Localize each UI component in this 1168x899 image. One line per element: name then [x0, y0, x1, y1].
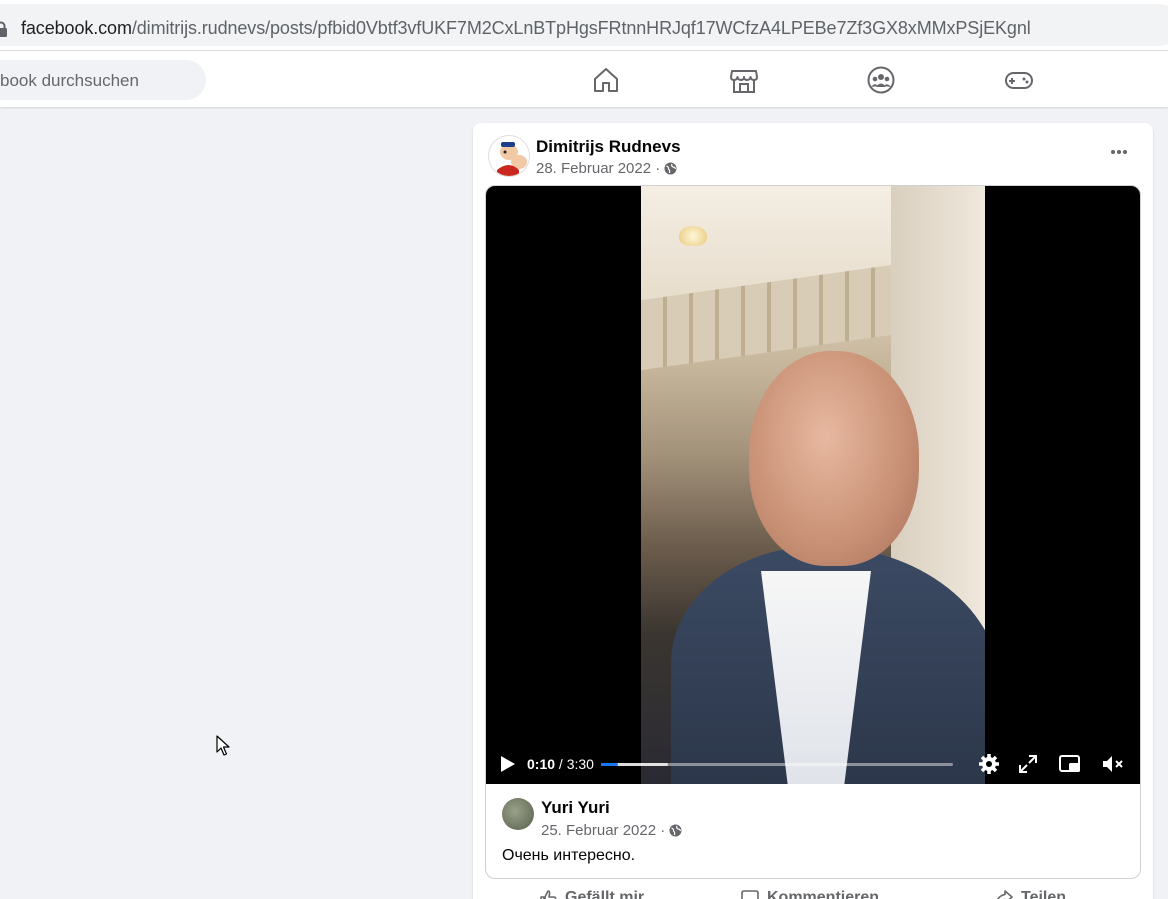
post-author[interactable]: Dimitrijs Rudnevs: [536, 137, 681, 157]
more-icon: [1111, 150, 1127, 154]
video-player[interactable]: 0:10 / 3:30: [486, 186, 1140, 784]
url-path: /dimitrijs.rudnevs/posts/pfbid0Vbtf3vfUK…: [131, 18, 1031, 38]
comment-icon: [741, 890, 759, 899]
comment-button[interactable]: Kommentieren: [741, 889, 879, 899]
total-time: / 3:30: [558, 756, 594, 772]
home-icon[interactable]: [591, 65, 621, 95]
share-label: Teilen: [1021, 889, 1067, 899]
post-actions: Gefällt mir Kommentieren Teilen: [473, 883, 1153, 899]
post-date[interactable]: 28. Februar 2022 ·: [536, 160, 660, 177]
mouse-cursor-icon: [216, 735, 230, 756]
video-progress-bar[interactable]: [601, 763, 953, 766]
frame-person-head: [749, 351, 919, 566]
mute-icon[interactable]: [1100, 752, 1124, 776]
browser-url-bar: facebook.com/dimitrijs.rudnevs/posts/pfb…: [0, 0, 1168, 50]
share-icon: [996, 890, 1013, 899]
avatar-image: [489, 136, 529, 176]
shared-post: 0:10 / 3:30 Yuri Yuri 25. Februar 2022 ·…: [485, 185, 1141, 879]
shared-meta: 25. Februar 2022 ·: [541, 822, 682, 839]
facebook-header: book durchsuchen: [0, 50, 1168, 107]
fullscreen-icon[interactable]: [1016, 752, 1040, 776]
search-placeholder: book durchsuchen: [0, 71, 139, 90]
video-progress-fill: [601, 763, 618, 766]
frame-lamp: [679, 226, 707, 246]
thumbs-up-icon: [540, 890, 557, 899]
shared-author-avatar[interactable]: [502, 798, 534, 830]
shared-post-text: Очень интересно.: [502, 847, 636, 864]
shared-author[interactable]: Yuri Yuri: [541, 798, 610, 818]
lock-icon[interactable]: [0, 21, 8, 37]
video-frame[interactable]: [641, 186, 985, 784]
globe-icon: [664, 162, 677, 175]
url-text[interactable]: facebook.com/dimitrijs.rudnevs/posts/pfb…: [21, 18, 1031, 39]
address-field[interactable]: facebook.com/dimitrijs.rudnevs/posts/pfb…: [0, 4, 1168, 46]
like-button[interactable]: Gefällt mir: [539, 889, 644, 899]
play-icon[interactable]: [500, 755, 516, 773]
url-host: facebook.com: [21, 18, 132, 38]
current-time: 0:10: [527, 756, 556, 772]
author-avatar[interactable]: [488, 135, 530, 177]
settings-gear-icon[interactable]: [977, 752, 1001, 776]
gaming-icon[interactable]: [1004, 65, 1034, 95]
globe-icon: [669, 824, 682, 837]
picture-in-picture-icon[interactable]: [1058, 752, 1082, 776]
post-meta: 28. Februar 2022 ·: [536, 160, 677, 177]
post-card: Dimitrijs Rudnevs 28. Februar 2022 · 0:1…: [473, 123, 1153, 899]
marketplace-icon[interactable]: [729, 65, 759, 95]
groups-icon[interactable]: [866, 65, 896, 95]
search-input[interactable]: book durchsuchen: [0, 60, 206, 100]
more-options-button[interactable]: [1103, 139, 1135, 165]
share-button[interactable]: Teilen: [995, 889, 1066, 899]
like-label: Gefällt mir: [565, 889, 645, 899]
video-time: 0:10 / 3:30: [527, 756, 594, 772]
shared-date[interactable]: 25. Februar 2022 ·: [541, 822, 665, 839]
video-controls: 0:10 / 3:30: [486, 746, 1140, 784]
comment-label: Kommentieren: [767, 889, 880, 899]
